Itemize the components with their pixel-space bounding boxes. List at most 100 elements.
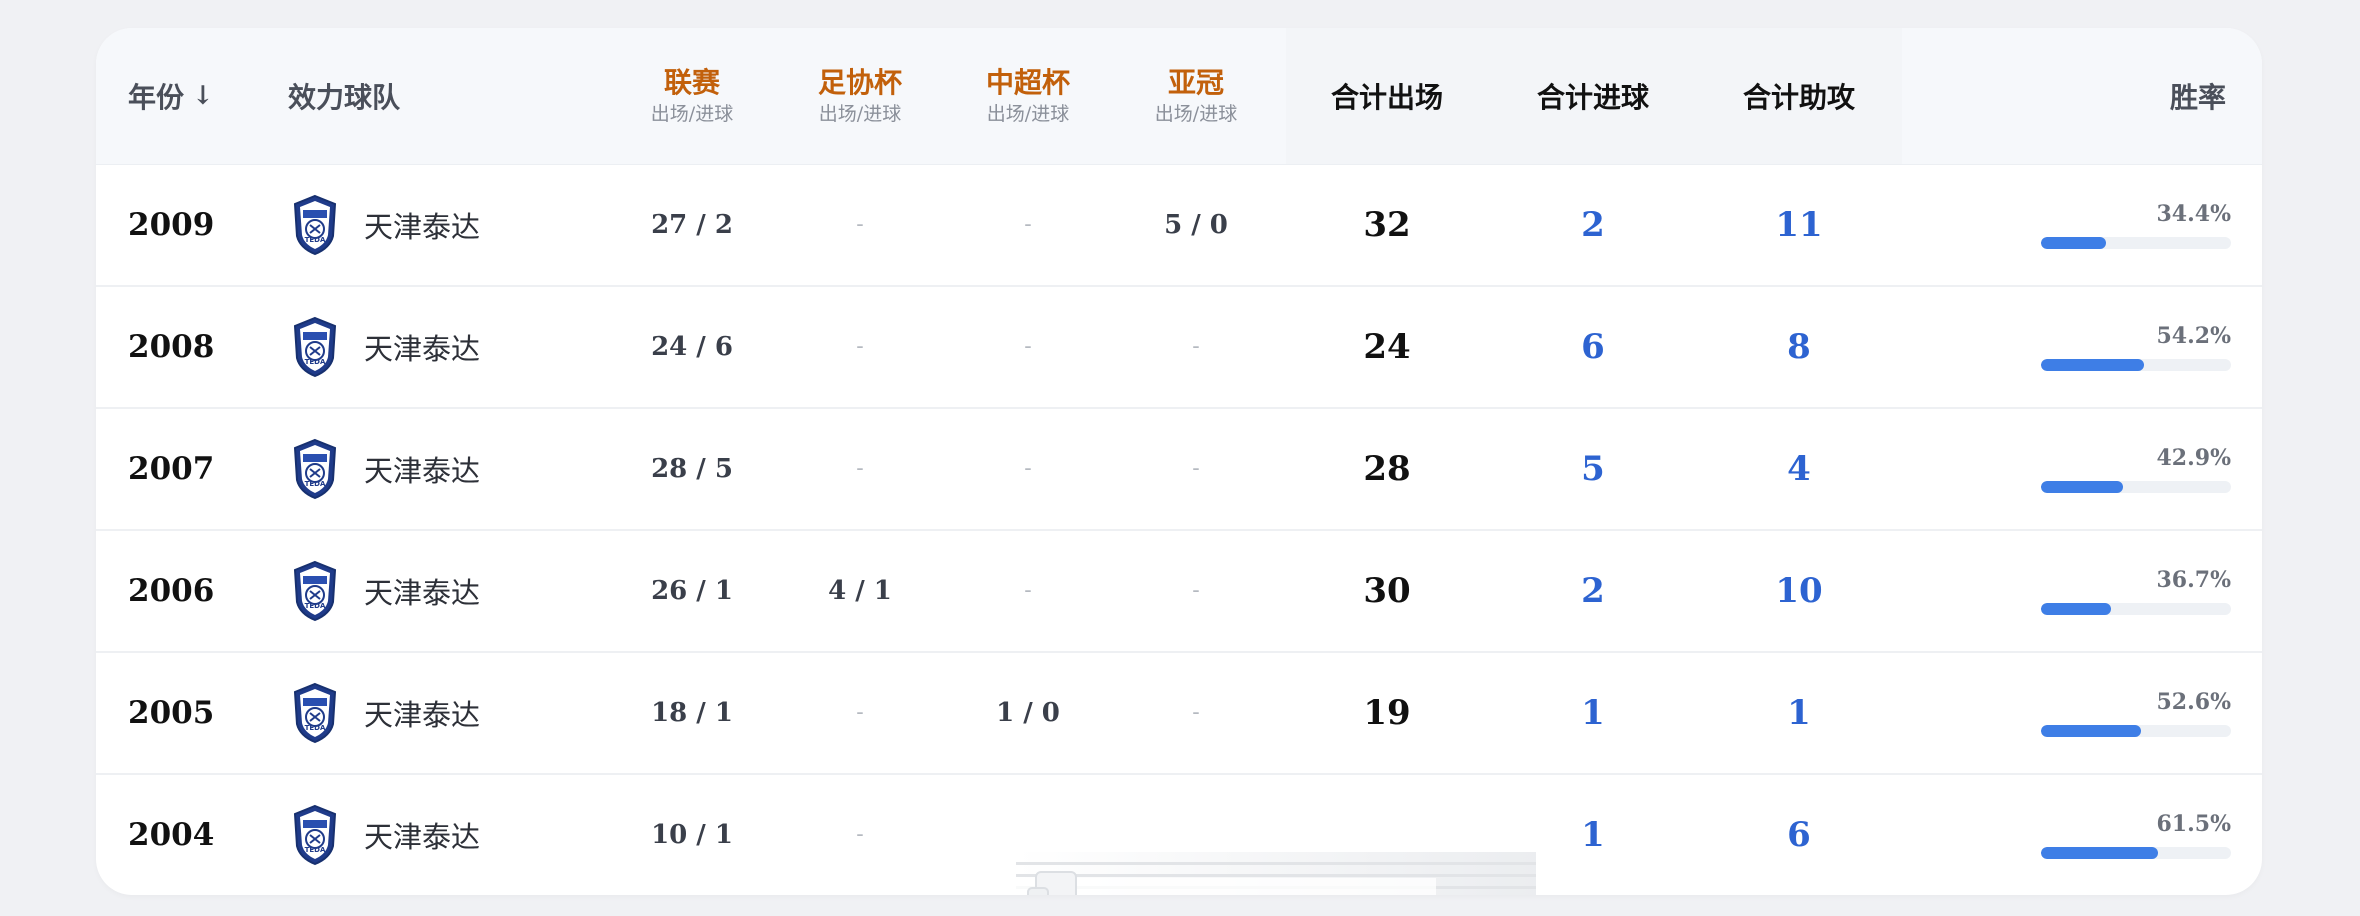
total-apps-cell [1287,774,1487,895]
acl-cell [1116,774,1276,895]
table-row[interactable]: 2004 TEDA 天津泰达 10 / 1 - 1 6 61.5% [96,774,2262,895]
total-goals-cell: 6 [1581,326,1605,367]
league-cell: 27 / 2 [651,209,733,240]
total-assists-cell: 4 [1787,448,1811,489]
fa-cup-cell: - [856,334,864,359]
svg-text:TEDA: TEDA [305,480,326,488]
acl-cell: - [1192,700,1200,725]
league-cell: 26 / 1 [651,575,733,606]
teda-crest-icon: TEDA [292,530,338,651]
win-rate-header: 胜率 [2169,81,2226,114]
total-assists-cell: 1 [1787,692,1811,733]
competition-sub: 出场/进球 [986,103,1070,125]
acl-column-header: 亚冠 出场/进球 [1116,28,1276,164]
competition-name: 足协杯 [817,66,902,99]
total-assists-cell: 8 [1787,326,1811,367]
total-assists-cell: 11 [1775,204,1823,245]
sort-arrow-icon[interactable]: ↓ [192,81,214,111]
acl-cell: - [1192,334,1200,359]
team-name[interactable]: 天津泰达 [364,652,480,773]
win-rate-bar-fill [2041,236,2106,249]
table-row[interactable]: 2009 TEDA 天津泰达 27 / 2 - - 5 / 0 32 2 11 34.4% [96,164,2262,287]
teda-crest-icon: TEDA [292,286,338,407]
total-goals-cell: 5 [1581,448,1605,489]
year-column-header[interactable]: 年份 ↓ [128,28,214,164]
year-cell: 2008 [128,328,215,365]
teda-crest-icon: TEDA [292,652,338,773]
total-apps-cell: 24 [1363,326,1411,367]
team-name[interactable]: 天津泰达 [364,530,480,651]
fa-cup-cell: - [856,456,864,481]
win-rate-cell: 36.7% [2041,530,2231,651]
table-row[interactable]: 2007 TEDA 天津泰达 28 / 5 - - - 28 5 4 42.9% [96,408,2262,531]
total-apps-cell: 30 [1363,570,1411,611]
win-rate-bar [2041,358,2231,371]
career-stats-table: 年份 ↓ 效力球队 联赛 出场/进球 足协杯 出场/进球 中超杯 出场/进球 亚… [96,28,2262,895]
table-row[interactable]: 2006 TEDA 天津泰达 26 / 1 4 / 1 - - 30 2 10 36.7% [96,530,2262,653]
total-apps-cell: 32 [1363,204,1411,245]
total-apps-header: 合计出场 [1330,81,1443,114]
svg-text:TEDA: TEDA [305,236,326,244]
competition-sub: 出场/进球 [818,103,902,125]
team-name[interactable]: 天津泰达 [364,408,480,529]
win-rate-bar [2041,480,2231,493]
teda-crest-icon: TEDA [292,164,338,285]
table-row[interactable]: 2005 TEDA 天津泰达 18 / 1 - 1 / 0 - 19 1 1 52.6% [96,652,2262,775]
win-rate-value: 54.2% [2156,322,2232,349]
super-cup-cell [948,774,1108,895]
league-cell: 10 / 1 [651,819,733,850]
win-rate-bar [2041,236,2231,249]
team-name[interactable]: 天津泰达 [364,286,480,407]
acl-cell: - [1192,456,1200,481]
win-rate-bar-fill [2041,358,2144,371]
acl-cell: 5 / 0 [1164,209,1228,240]
total-apps-cell: 19 [1363,692,1411,733]
team-name[interactable]: 天津泰达 [364,164,480,285]
super-cup-cell: - [1024,578,1032,603]
fa-cup-cell: - [856,822,864,847]
year-header-label: 年份 [128,81,185,114]
table-row[interactable]: 2008 TEDA 天津泰达 24 / 6 - - - 24 6 8 54.2% [96,286,2262,409]
table-header: 年份 ↓ 效力球队 联赛 出场/进球 足协杯 出场/进球 中超杯 出场/进球 亚… [96,28,2262,165]
win-rate-value: 42.9% [2156,444,2232,471]
win-rate-bar [2041,602,2231,615]
svg-text:TEDA: TEDA [305,358,326,366]
win-rate-bar-fill [2041,846,2158,859]
fa-cup-column-header: 足协杯 出场/进球 [780,28,940,164]
win-rate-bar-fill [2041,602,2111,615]
total-goals-header: 合计进球 [1536,81,1649,114]
teda-crest-icon: TEDA [292,774,338,895]
win-rate-bar [2041,724,2231,737]
team-name[interactable]: 天津泰达 [364,774,480,895]
competition-name: 亚冠 [1167,66,1224,99]
win-rate-bar [2041,846,2231,859]
super-cup-cell: 1 / 0 [996,697,1060,728]
year-cell: 2009 [128,206,215,243]
competition-sub: 出场/进球 [650,103,734,125]
acl-cell: - [1192,578,1200,603]
year-cell: 2005 [128,694,215,731]
total-goals-cell: 1 [1581,814,1605,855]
win-rate-value: 52.6% [2156,688,2232,715]
total-goals-cell: 1 [1581,692,1605,733]
win-rate-value: 61.5% [2156,810,2232,837]
win-rate-cell: 54.2% [2041,286,2231,407]
super-cup-column-header: 中超杯 出场/进球 [948,28,1108,164]
year-cell: 2004 [128,816,215,853]
fa-cup-cell: - [856,212,864,237]
fa-cup-cell: - [856,700,864,725]
total-assists-header: 合计助攻 [1742,81,1855,114]
competition-name: 中超杯 [985,66,1070,99]
win-rate-value: 34.4% [2156,200,2232,227]
super-cup-cell: - [1024,456,1032,481]
year-cell: 2006 [128,572,215,609]
total-goals-cell: 2 [1581,570,1605,611]
total-apps-cell: 28 [1363,448,1411,489]
win-rate-bar-fill [2041,724,2141,737]
svg-text:TEDA: TEDA [305,602,326,610]
year-cell: 2007 [128,450,215,487]
win-rate-bar-fill [2041,480,2123,493]
fa-cup-cell: 4 / 1 [828,575,892,606]
super-cup-cell: - [1024,212,1032,237]
svg-text:TEDA: TEDA [305,724,326,732]
